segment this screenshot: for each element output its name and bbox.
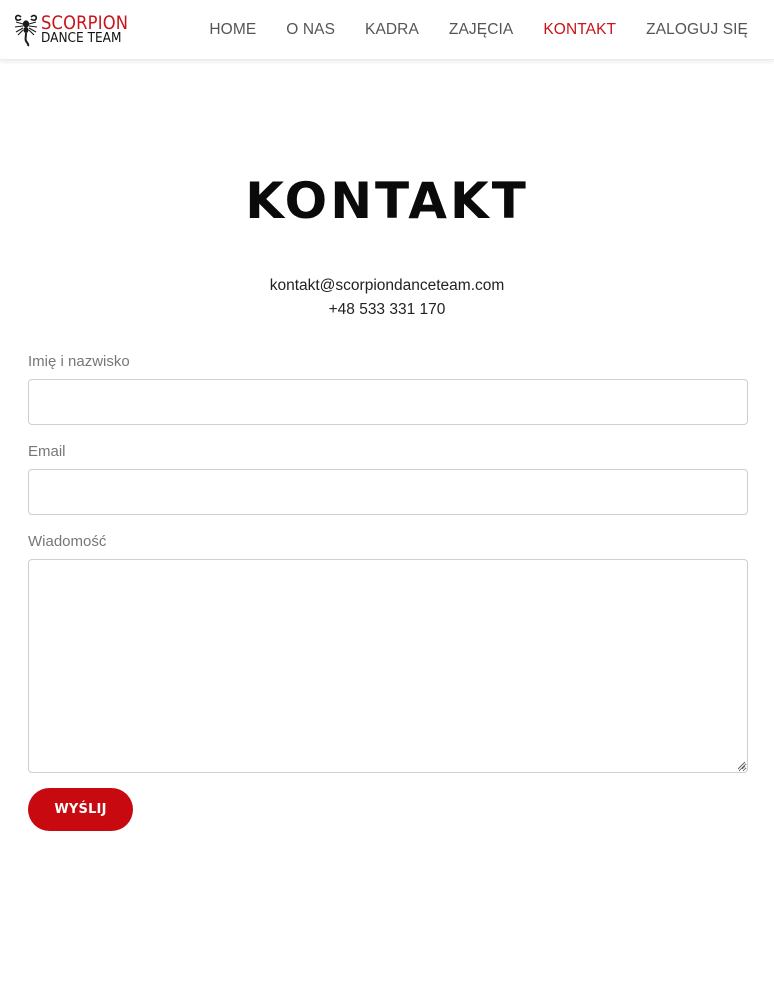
name-input[interactable] [28, 379, 748, 425]
main-nav: HOME O NAS KADRA ZAJĘCIA KONTAKT ZALOGUJ… [179, 0, 748, 60]
contact-email[interactable]: kontakt@scorpiondanceteam.com [0, 274, 774, 298]
logo[interactable]: SCORPION DANCE TEAM [12, 12, 142, 48]
email-label: Email [28, 443, 66, 460]
nav-about[interactable]: O NAS [286, 21, 335, 39]
navbar: SCORPION DANCE TEAM HOME O NAS KADRA ZAJ… [0, 0, 774, 60]
contact-phone[interactable]: +48 533 331 170 [0, 298, 774, 322]
contact-info: kontakt@scorpiondanceteam.com +48 533 33… [0, 274, 774, 322]
message-textarea[interactable] [28, 559, 748, 773]
logo-subtitle: DANCE TEAM [41, 30, 122, 47]
message-label: Wiadomość [28, 533, 107, 550]
email-input[interactable] [28, 469, 748, 515]
nav-login[interactable]: ZALOGUJ SIĘ [646, 21, 748, 39]
resize-grip-icon[interactable] [736, 760, 746, 770]
submit-button[interactable]: WYŚLIJ [28, 788, 133, 831]
nav-contact[interactable]: KONTAKT [543, 21, 616, 39]
page-title: KONTAKT [245, 172, 529, 230]
nav-home[interactable]: HOME [209, 21, 256, 39]
scorpion-icon [14, 14, 38, 47]
nav-classes[interactable]: ZAJĘCIA [449, 21, 513, 39]
nav-staff[interactable]: KADRA [365, 21, 419, 39]
name-label: Imię i nazwisko [28, 353, 130, 370]
logo-title: SCORPION [41, 12, 129, 35]
